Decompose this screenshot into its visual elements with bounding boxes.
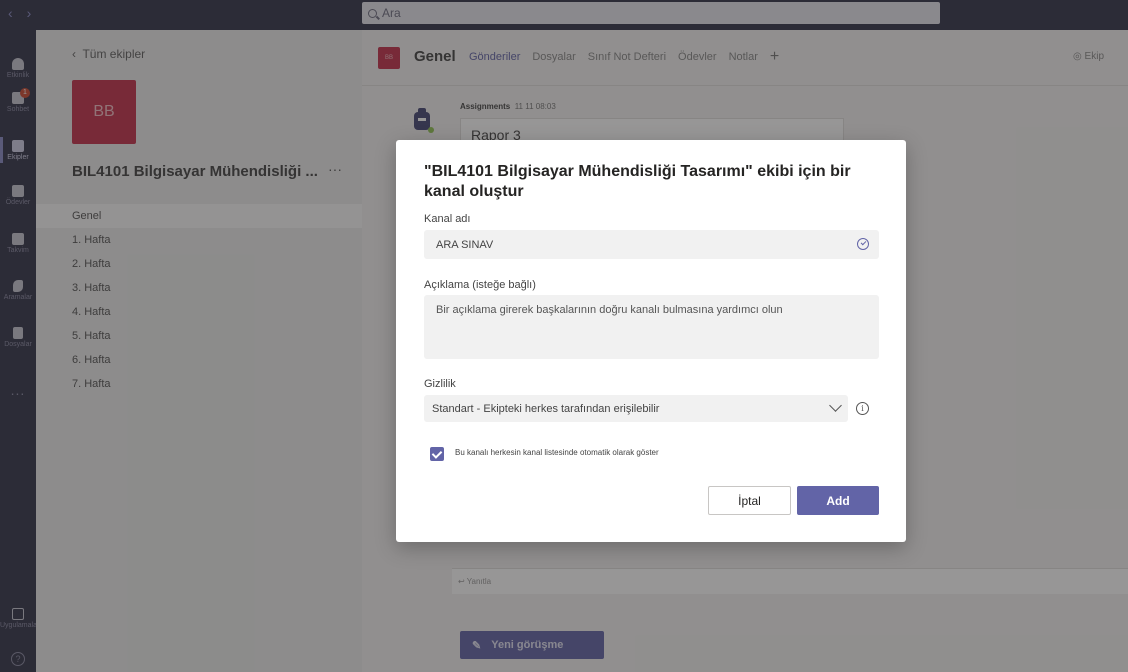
privacy-value: Standart - Ekipteki herkes tarafından er… — [432, 403, 660, 415]
show-channel-checkbox[interactable] — [430, 447, 444, 461]
chevron-down-icon — [829, 399, 842, 412]
channel-name-label: Kanal adı — [424, 213, 471, 225]
add-button[interactable]: Add — [797, 486, 879, 515]
check-circle-icon — [857, 238, 869, 250]
dialog-title: "BIL4101 Bilgisayar Mühendisliği Tasarım… — [424, 163, 851, 200]
description-label: Açıklama (isteğe bağlı) — [424, 279, 536, 291]
channel-name-input[interactable]: ARA SINAV — [424, 230, 879, 259]
cancel-button[interactable]: İptal — [708, 486, 791, 515]
description-placeholder: Bir açıklama girerek başkalarının doğru … — [436, 304, 783, 316]
show-channel-label: Bu kanalı herkesin kanal listesinde otom… — [455, 448, 659, 457]
info-icon[interactable]: i — [856, 402, 869, 415]
create-channel-dialog: "BIL4101 Bilgisayar Mühendisliği Tasarım… — [396, 140, 906, 542]
privacy-dropdown[interactable]: Standart - Ekipteki herkes tarafından er… — [424, 395, 848, 422]
privacy-label: Gizlilik — [424, 378, 456, 390]
description-input[interactable]: Bir açıklama girerek başkalarının doğru … — [424, 295, 879, 359]
channel-name-value: ARA SINAV — [436, 239, 494, 251]
